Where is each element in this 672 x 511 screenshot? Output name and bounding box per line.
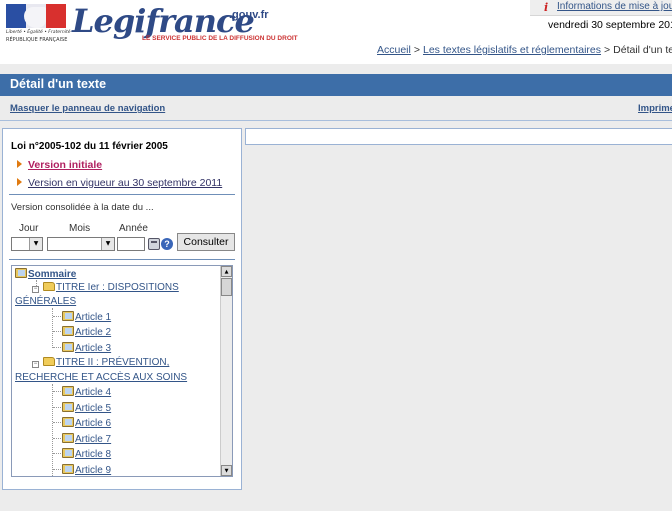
folder-icon [43,357,55,366]
version-initial-item[interactable]: Version initiale [17,159,102,171]
book-icon [62,433,74,443]
tree-node-titre-1[interactable]: − TITRE Ier : DISPOSITIONS [32,282,179,293]
tree-node-titre-2-cont[interactable]: RECHERCHE ET ACCÈS AUX SOINS [15,372,187,383]
article-link[interactable]: Article 3 [75,343,111,354]
article-link[interactable]: Article 1 [75,312,111,323]
tree-article[interactable]: Article 1 [53,311,111,323]
summary-link[interactable]: Sommaire [28,269,76,280]
arrow-right-icon [17,160,22,168]
current-date: vendredi 30 septembre 2011 [548,19,672,31]
tree-article[interactable]: Article 6 [53,417,111,429]
version-initial-link[interactable]: Version initiale [28,159,102,171]
titre-1-link[interactable]: TITRE Ier : DISPOSITIONS [56,282,179,293]
scrollbar-thumb[interactable] [221,278,232,296]
info-icon: i [544,1,549,14]
calendar-icon[interactable] [148,238,160,250]
article-link[interactable]: Article 4 [75,387,111,398]
tree-article[interactable]: Article 8 [53,448,111,460]
text-content-panel [245,128,672,145]
book-icon [62,448,74,458]
navigation-panel: Loi n°2005-102 du 11 février 2005 Versio… [2,128,242,490]
tree-article[interactable]: Article 2 [53,326,111,338]
titre-1-link-continued[interactable]: GÉNÉRALES [15,296,76,307]
tree-article[interactable]: Article 3 [53,342,111,354]
update-info-link[interactable]: Informations de mise à jour [557,1,672,12]
law-title: Loi n°2005-102 du 11 février 2005 [11,141,168,152]
breadcrumb-texts-link[interactable]: Les textes législatifs et réglementaires [423,44,601,56]
breadcrumb-separator: > [604,44,611,56]
version-current-link[interactable]: Version en vigueur au 30 septembre 2011 [28,177,222,189]
book-icon [62,402,74,412]
breadcrumb-home-link[interactable]: Accueil [377,44,411,56]
scroll-up-icon[interactable]: ▲ [221,266,232,277]
year-label: Année [119,223,148,234]
article-link[interactable]: Article 5 [75,403,111,414]
chevron-down-icon[interactable]: ▼ [101,238,114,250]
page-toolbar: Masquer le panneau de navigation Imprime… [0,98,672,121]
site-header: Liberté • Égalité • Fraternité RÉPUBLIQU… [0,0,672,64]
article-link[interactable]: Article 2 [75,327,111,338]
article-link[interactable]: Article 8 [75,449,111,460]
collapse-icon[interactable]: − [32,286,39,293]
article-link[interactable]: Article 7 [75,434,111,445]
divider [9,259,235,260]
republic-motto: Liberté • Égalité • Fraternité [6,30,71,35]
tree-node-titre-2[interactable]: − TITRE II : PRÉVENTION, [32,357,169,368]
breadcrumb: Accueil > Les textes législatifs et réglem… [377,44,672,56]
tree-article[interactable]: Article 9 [53,464,111,476]
hide-navigation-link[interactable]: Masquer le panneau de navigation [10,103,165,114]
article-link[interactable]: Article 6 [75,418,111,429]
day-select[interactable]: ▼ [11,237,43,251]
folder-icon [43,282,55,291]
help-icon[interactable]: ? [161,238,173,250]
print-link[interactable]: Imprimer [638,103,672,114]
consult-button[interactable]: Consulter [177,233,235,251]
tree-node-titre-1-cont[interactable]: GÉNÉRALES [15,296,76,307]
table-of-contents-tree[interactable]: Sommaire − TITRE Ier : DISPOSITIONS GÉNÉR… [11,265,233,477]
book-icon [62,386,74,396]
tree-scrollbar[interactable]: ▲ ▼ [220,266,232,476]
titre-2-link-continued[interactable]: RECHERCHE ET ACCÈS AUX SOINS [15,372,187,383]
collapse-icon[interactable]: − [32,361,39,368]
chevron-down-icon[interactable]: ▼ [29,238,42,250]
divider [9,194,235,195]
tree-article[interactable]: Article 5 [53,402,111,414]
day-label: Jour [19,223,39,234]
article-link[interactable]: Article 9 [75,465,111,476]
book-icon [62,342,74,352]
consolidated-date-label: Version consolidée à la date du ... [11,202,154,213]
month-select[interactable]: ▼ [47,237,115,251]
marianne-profile-icon [24,7,46,28]
breadcrumb-separator: > [413,44,420,56]
year-input[interactable] [117,237,145,251]
month-label: Mois [69,223,91,234]
book-icon [62,417,74,427]
version-current-item[interactable]: Version en vigueur au 30 septembre 2011 [17,177,222,189]
scroll-down-icon[interactable]: ▼ [221,465,232,476]
breadcrumb-current: Détail d'un texte [613,44,672,56]
book-icon [62,464,74,474]
book-icon [62,326,74,336]
book-icon [15,268,27,278]
tree-content: Sommaire − TITRE Ier : DISPOSITIONS GÉNÉR… [12,266,221,476]
update-info-box: i Informations de mise à jour [530,0,672,16]
republique-francaise-logo[interactable]: Liberté • Égalité • Fraternité RÉPUBLIQU… [4,4,71,43]
tree-article[interactable]: Article 7 [53,433,111,445]
arrow-right-icon [17,178,22,186]
titre-2-link[interactable]: TITRE II : PRÉVENTION, [56,357,169,368]
tree-article[interactable]: Article 4 [53,386,111,398]
book-icon [62,311,74,321]
logo-domain-suffix: .gouv.fr [229,9,269,21]
site-tagline: LE SERVICE PUBLIC DE LA DIFFUSION DU DRO… [142,35,298,42]
page-title: Détail d'un texte [0,74,672,96]
republic-name: RÉPUBLIQUE FRANÇAISE [6,37,68,43]
tree-root[interactable]: Sommaire [15,268,76,280]
